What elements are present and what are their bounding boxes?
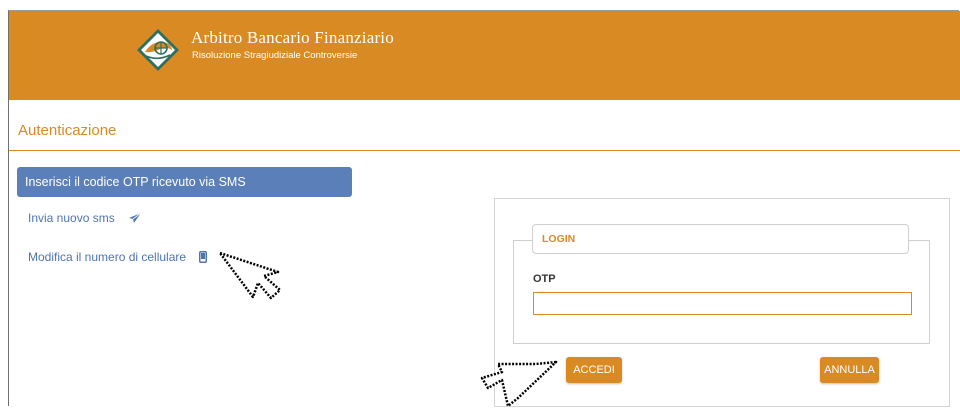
brand-subtitle: Risoluzione Stragiudiziale Controversie (192, 50, 358, 61)
pointer-cursor-icon (480, 360, 558, 408)
send-icon (129, 212, 142, 223)
change-phone-label: Modifica il numero di cellulare (28, 249, 187, 264)
section-divider (9, 150, 960, 151)
resend-sms-link[interactable]: Invia nuovo sms (28, 209, 142, 226)
otp-label: OTP (533, 273, 556, 285)
cancel-button[interactable]: ANNULLA (820, 357, 879, 383)
abf-logo-icon[interactable] (136, 28, 180, 72)
login-button[interactable]: ACCEDI (566, 357, 622, 383)
login-legend: LOGIN (532, 224, 909, 254)
change-phone-link[interactable]: Modifica il numero di cellulare (28, 248, 208, 265)
page-title: Autenticazione (18, 122, 117, 139)
mobile-phone-icon (199, 250, 208, 263)
otp-input[interactable] (533, 292, 912, 315)
resend-sms-label: Invia nuovo sms (28, 210, 115, 225)
brand-title: Arbitro Bancario Finanziario (191, 28, 394, 47)
otp-instructions-banner: Inserisci il codice OTP ricevuto via SMS (17, 167, 352, 197)
pointer-cursor-icon (218, 251, 282, 300)
